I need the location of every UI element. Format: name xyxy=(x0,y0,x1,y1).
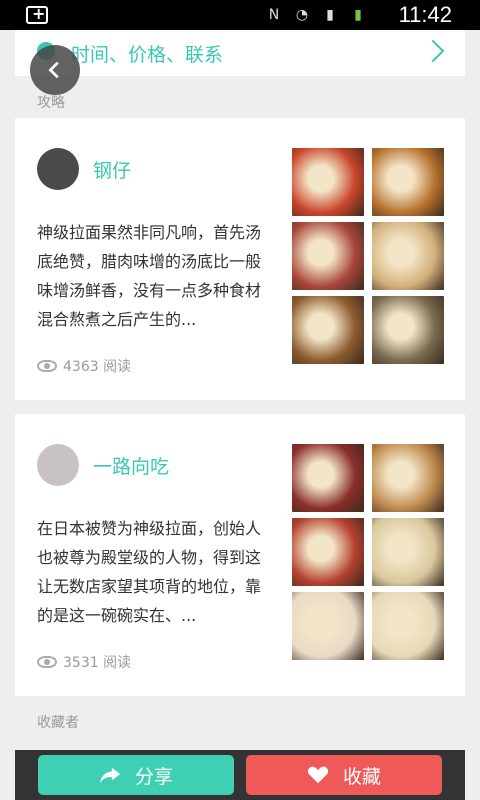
info-link-row[interactable]: 时间、价格、联系 xyxy=(15,30,465,76)
app-notification-icon xyxy=(26,4,48,24)
signal-icon: ▮ xyxy=(326,7,334,23)
food-photo[interactable] xyxy=(292,296,364,364)
food-photo[interactable] xyxy=(372,592,444,660)
food-photo[interactable] xyxy=(372,148,444,216)
eye-icon xyxy=(37,360,57,372)
avatar[interactable] xyxy=(37,148,79,190)
author-name[interactable]: 一路向吃 xyxy=(93,452,169,479)
favorite-button[interactable]: 收藏 xyxy=(246,755,442,795)
favorite-label: 收藏 xyxy=(342,765,381,788)
heart-icon xyxy=(307,766,329,784)
back-button[interactable] xyxy=(30,45,80,95)
food-photo[interactable] xyxy=(372,222,444,290)
section-header-collectors: 收藏者 xyxy=(15,696,465,750)
food-photo[interactable] xyxy=(372,518,444,586)
status-bar: N ◔ ▮ ▮ 11:42 xyxy=(0,0,480,30)
food-photo[interactable] xyxy=(372,444,444,512)
chevron-right-icon xyxy=(421,39,445,63)
read-count: 3531 阅读 xyxy=(37,652,131,672)
scroll-content[interactable]: 时间、价格、联系 攻略 钢仔 神级拉面果然非同凡响，首先汤底绝赞，腊肉味增的汤底… xyxy=(15,30,465,750)
nfc-icon: N xyxy=(268,7,280,23)
post-excerpt: 在日本被赞为神级拉面，创始人也被尊为殿堂级的人物，得到这让无数店家望其项背的地位… xyxy=(37,519,262,625)
food-photo[interactable] xyxy=(292,518,364,586)
food-photo[interactable] xyxy=(292,592,364,660)
status-time: 11:42 xyxy=(398,2,452,27)
status-icons: N ◔ ▮ ▮ xyxy=(264,6,368,24)
chevron-left-icon xyxy=(48,61,59,79)
photo-grid[interactable] xyxy=(292,444,444,660)
bottom-action-bar: 分享 收藏 xyxy=(15,750,465,800)
info-link-label: 时间、价格、联系 xyxy=(71,44,224,66)
battery-icon: ▮ xyxy=(354,7,362,23)
read-count: 4363 阅读 xyxy=(37,356,131,376)
post-card[interactable]: 钢仔 神级拉面果然非同凡响，首先汤底绝赞，腊肉味增的汤底比一般味增汤鲜香，没有一… xyxy=(15,118,465,400)
wifi-icon: ◔ xyxy=(295,7,309,23)
food-photo[interactable] xyxy=(292,222,364,290)
post-card[interactable]: 一路向吃 在日本被赞为神级拉面，创始人也被尊为殿堂级的人物，得到这让无数店家望其… xyxy=(15,414,465,696)
author-name[interactable]: 钢仔 xyxy=(93,156,131,183)
section-title: 收藏者 xyxy=(37,715,79,731)
share-arrow-icon xyxy=(99,767,121,784)
post-excerpt: 神级拉面果然非同凡响，首先汤底绝赞，腊肉味增的汤底比一般味增汤鲜香，没有一点多种… xyxy=(37,223,262,329)
section-header-guides: 攻略 xyxy=(15,76,465,118)
food-photo[interactable] xyxy=(372,296,444,364)
avatar[interactable] xyxy=(37,444,79,486)
read-count-label: 4363 阅读 xyxy=(63,359,132,375)
photo-grid[interactable] xyxy=(292,148,444,364)
share-button[interactable]: 分享 xyxy=(38,755,234,795)
food-photo[interactable] xyxy=(292,444,364,512)
card-divider xyxy=(15,400,465,414)
read-count-label: 3531 阅读 xyxy=(63,655,132,671)
section-title: 攻略 xyxy=(37,95,65,111)
food-photo[interactable] xyxy=(292,148,364,216)
share-label: 分享 xyxy=(134,765,173,788)
eye-icon xyxy=(37,656,57,668)
